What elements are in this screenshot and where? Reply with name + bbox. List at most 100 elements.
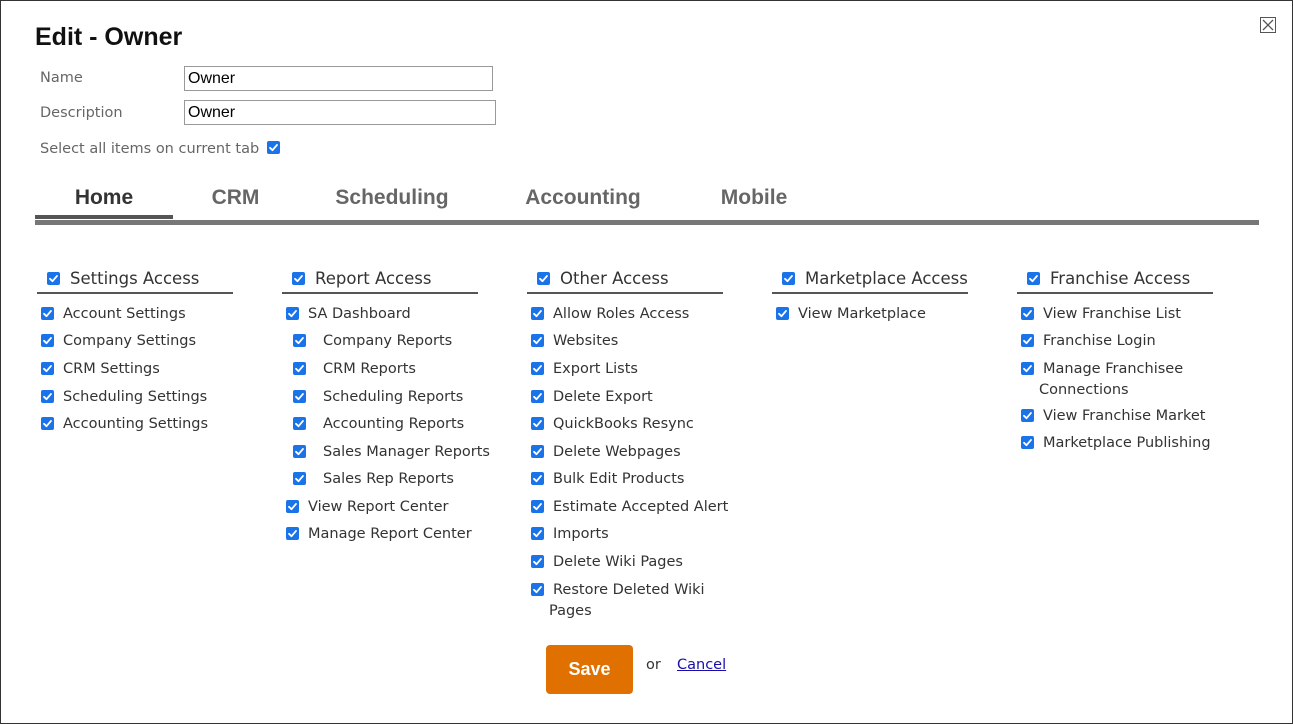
checkbox-checked-icon <box>295 365 304 373</box>
permission-checkbox[interactable] <box>531 362 544 375</box>
column-header-label: Franchise Access <box>1050 268 1191 288</box>
permission-checkbox[interactable] <box>41 334 54 347</box>
permission-checkbox[interactable] <box>286 307 299 320</box>
permission-item[interactable]: Manage Franchisee Connections <box>1021 359 1183 401</box>
permission-item[interactable]: Restore Deleted Wiki Pages <box>531 580 705 622</box>
checkbox-checked-icon <box>43 310 52 318</box>
permission-checkbox[interactable] <box>293 472 306 485</box>
permission-checkbox[interactable] <box>776 307 789 320</box>
checkbox-checked-icon <box>295 337 304 345</box>
permission-checkbox[interactable] <box>293 362 306 375</box>
permission-label: Delete Wiki Pages <box>553 554 683 570</box>
permission-item[interactable]: CRM Settings <box>41 359 160 380</box>
permission-checkbox[interactable] <box>531 445 544 458</box>
permission-item[interactable]: SA Dashboard <box>286 304 411 325</box>
franchise-access-checkbox[interactable] <box>1027 271 1040 285</box>
permission-item[interactable]: Allow Roles Access <box>531 304 689 325</box>
permission-checkbox[interactable] <box>531 527 544 540</box>
permission-item[interactable]: CRM Reports <box>293 359 416 380</box>
permission-checkbox[interactable] <box>531 417 544 430</box>
permission-checkbox[interactable] <box>531 307 544 320</box>
permission-item[interactable]: Manage Report Center <box>286 524 472 545</box>
checkbox-checked-icon <box>295 448 304 456</box>
permission-checkbox[interactable] <box>286 527 299 540</box>
column-header: Report Access <box>282 264 478 294</box>
permission-checkbox[interactable] <box>41 417 54 430</box>
permission-checkbox[interactable] <box>293 417 306 430</box>
permission-item[interactable]: Franchise Login <box>1021 331 1156 352</box>
permission-checkbox[interactable] <box>531 472 544 485</box>
permission-item[interactable]: Company Reports <box>293 331 452 352</box>
permission-item[interactable]: View Franchise List <box>1021 304 1181 325</box>
checkbox-checked-icon <box>294 274 303 282</box>
checkbox-checked-icon <box>295 420 304 428</box>
permission-checkbox[interactable] <box>41 362 54 375</box>
close-button[interactable] <box>1260 17 1276 33</box>
permission-item[interactable]: Websites <box>531 331 618 352</box>
permission-item[interactable]: Delete Webpages <box>531 442 681 463</box>
permission-item[interactable]: View Report Center <box>286 497 449 518</box>
permission-checkbox[interactable] <box>286 500 299 513</box>
tab-crm[interactable]: CRM <box>183 183 288 219</box>
checkbox-checked-icon <box>43 337 52 345</box>
report-access-checkbox[interactable] <box>292 271 305 285</box>
permission-label: Sales Manager Reports <box>323 444 490 460</box>
permission-label: Sales Rep Reports <box>323 471 454 487</box>
tab-accounting[interactable]: Accounting <box>519 183 647 219</box>
permission-label: Bulk Edit Products <box>553 471 685 487</box>
description-input[interactable] <box>184 100 496 125</box>
tab-scheduling[interactable]: Scheduling <box>325 183 459 219</box>
permission-checkbox[interactable] <box>531 390 544 403</box>
permission-item[interactable]: Bulk Edit Products <box>531 469 684 490</box>
permission-checkbox[interactable] <box>293 334 306 347</box>
permission-item[interactable]: Imports <box>531 524 609 545</box>
permission-checkbox[interactable] <box>1021 409 1034 422</box>
permission-label: SA Dashboard <box>308 306 411 322</box>
other-access-checkbox[interactable] <box>537 271 550 285</box>
marketplace-access-checkbox[interactable] <box>782 271 795 285</box>
permission-checkbox[interactable] <box>293 390 306 403</box>
permission-checkbox[interactable] <box>1021 436 1034 449</box>
permission-label: Scheduling Reports <box>323 389 464 405</box>
permission-checkbox[interactable] <box>1021 307 1034 320</box>
permission-checkbox[interactable] <box>531 334 544 347</box>
permission-item[interactable]: Sales Rep Reports <box>293 469 454 490</box>
permission-item[interactable]: Accounting Settings <box>41 414 208 435</box>
permission-item[interactable]: Accounting Reports <box>293 414 464 435</box>
permission-checkbox[interactable] <box>1021 334 1034 347</box>
permission-checkbox[interactable] <box>531 500 544 513</box>
edit-role-dialog: Edit - Owner Name Description Select all… <box>0 0 1293 724</box>
permission-item[interactable]: Sales Manager Reports <box>293 442 490 463</box>
permission-label: Estimate Accepted Alert <box>553 499 729 515</box>
tab-mobile[interactable]: Mobile <box>709 183 799 219</box>
permission-item[interactable]: Company Settings <box>41 331 196 352</box>
permission-item[interactable]: Marketplace Publishing <box>1021 433 1211 454</box>
permission-item[interactable]: Account Settings <box>41 304 186 325</box>
permission-checkbox[interactable] <box>531 583 544 596</box>
permission-checkbox[interactable] <box>293 445 306 458</box>
settings-access-checkbox[interactable] <box>47 271 60 285</box>
checkbox-checked-icon <box>43 365 52 373</box>
permission-item[interactable]: View Marketplace <box>776 304 926 325</box>
cancel-link[interactable]: Cancel <box>677 657 726 673</box>
permission-checkbox[interactable] <box>531 555 544 568</box>
permission-item[interactable]: Scheduling Reports <box>293 387 463 408</box>
select-all-checkbox[interactable] <box>267 140 281 154</box>
permission-item[interactable]: QuickBooks Resync <box>531 414 694 435</box>
permission-item[interactable]: Export Lists <box>531 359 638 380</box>
name-input[interactable] <box>184 66 493 91</box>
permission-checkbox[interactable] <box>1021 362 1034 375</box>
permission-item[interactable]: Delete Wiki Pages <box>531 552 683 573</box>
name-label: Name <box>40 70 83 86</box>
tab-home[interactable]: Home <box>35 183 173 219</box>
permission-checkbox[interactable] <box>41 307 54 320</box>
column-header: Other Access <box>527 264 723 294</box>
checkbox-checked-icon <box>288 310 297 318</box>
permission-item[interactable]: Delete Export <box>531 387 653 408</box>
checkbox-checked-icon <box>533 310 542 318</box>
permission-item[interactable]: Scheduling Settings <box>41 387 207 408</box>
save-button[interactable]: Save <box>546 645 633 694</box>
permission-item[interactable]: View Franchise Market <box>1021 406 1205 427</box>
permission-checkbox[interactable] <box>41 390 54 403</box>
permission-item[interactable]: Estimate Accepted Alert <box>531 497 728 518</box>
